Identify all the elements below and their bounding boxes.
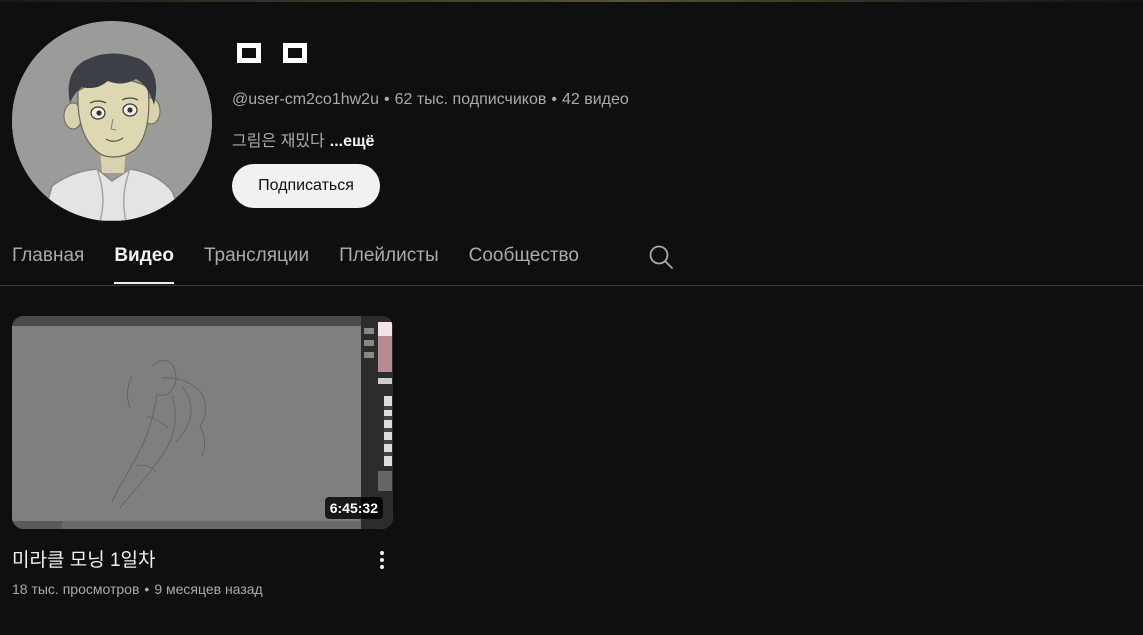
video-title[interactable]: 미라클 모닝 1일차: [12, 545, 156, 572]
channel-handle: @user-cm2co1hw2u: [232, 91, 379, 108]
channel-meta: @user-cm2co1hw2u • 62 тыс. подписчиков • 42 …: [232, 91, 629, 109]
channel-name-glyph: [283, 43, 307, 63]
subscribe-button[interactable]: Подписаться: [232, 164, 380, 208]
channel-page: @user-cm2co1hw2u • 62 тыс. подписчиков • 42 …: [0, 0, 1143, 635]
video-meta: 18 тыс. просмотров • 9 месяцев назад: [12, 581, 263, 597]
meta-separator: •: [144, 581, 150, 597]
more-dot: [380, 558, 384, 562]
tab-home[interactable]: Главная: [12, 234, 84, 278]
video-count: 42 видео: [561, 91, 629, 108]
tab-videos[interactable]: Видео: [114, 234, 174, 284]
tab-live[interactable]: Трансляции: [204, 234, 309, 278]
more-vert-icon[interactable]: [370, 547, 394, 573]
channel-avatar[interactable]: [12, 21, 212, 221]
channel-name: [237, 40, 307, 66]
video-age: 9 месяцев назад: [154, 581, 263, 597]
tab-community[interactable]: Сообщество: [469, 234, 579, 278]
channel-name-glyph: [237, 43, 261, 63]
video-thumbnail[interactable]: 6:45:32: [12, 316, 393, 529]
video-duration-badge: 6:45:32: [324, 497, 383, 519]
more-dot: [380, 551, 384, 555]
tabs-divider: [0, 285, 1143, 286]
channel-banner-edge: [0, 0, 1143, 2]
more-dot: [380, 565, 384, 569]
subscriber-count: 62 тыс. подписчиков: [394, 91, 547, 108]
meta-separator: •: [551, 91, 557, 108]
channel-description[interactable]: 그림은 재밌다 ...ещё: [232, 127, 374, 151]
search-icon[interactable]: [648, 244, 674, 270]
description-more-link[interactable]: ...ещё: [330, 133, 375, 150]
tab-playlists[interactable]: Плейлисты: [339, 234, 438, 278]
channel-tabs: Главная Видео Трансляции Плейлисты Сообщ…: [12, 234, 673, 286]
video-views: 18 тыс. просмотров: [12, 581, 140, 597]
meta-separator: •: [383, 91, 390, 108]
channel-description-text: 그림은 재밌다: [232, 133, 325, 150]
